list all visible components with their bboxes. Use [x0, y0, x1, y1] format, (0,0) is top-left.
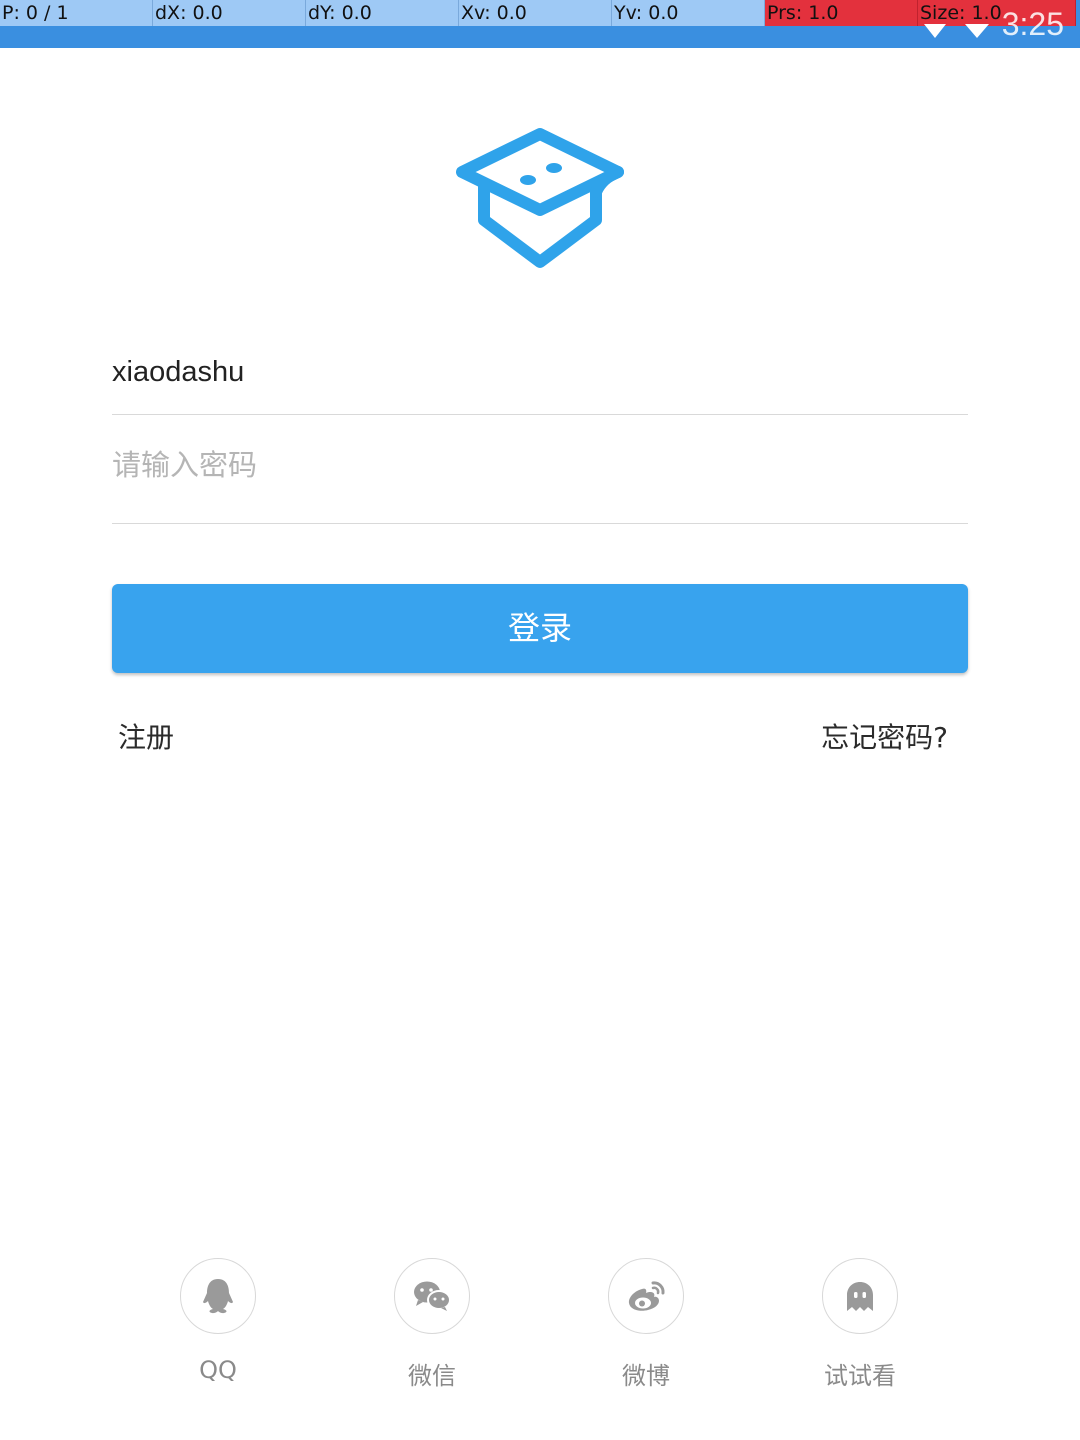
qq-icon	[203, 1279, 233, 1314]
status-clock: 3:25	[1001, 6, 1064, 42]
social-login-weibo[interactable]: 微博	[576, 1258, 716, 1391]
password-input[interactable]	[112, 450, 968, 483]
ghost-icon	[847, 1282, 873, 1311]
social-login-guest[interactable]: 试试看	[790, 1258, 930, 1391]
weibo-icon	[628, 1281, 665, 1311]
forgot-password-link[interactable]: 忘记密码?	[821, 716, 948, 756]
overlay-pressure: Prs: 1.0	[765, 0, 918, 26]
wechat-button[interactable]	[394, 1258, 470, 1334]
social-label-guest: 试试看	[824, 1362, 896, 1390]
pointer-debug-overlay: P: 0 / 1 dX: 0.0 dY: 0.0 Xv: 0.0 Yv: 0.0…	[0, 0, 1080, 26]
social-label-weibo: 微博	[622, 1362, 670, 1390]
password-field-container	[112, 444, 968, 524]
weibo-button[interactable]	[608, 1258, 684, 1334]
guest-button[interactable]	[822, 1258, 898, 1334]
register-link[interactable]: 注册	[118, 716, 174, 756]
social-login-wechat[interactable]: 微信	[362, 1258, 502, 1391]
social-label-qq: QQ	[199, 1356, 237, 1384]
overlay-dx: dX: 0.0	[153, 0, 306, 26]
overlay-pointer: P: 0 / 1	[0, 0, 153, 26]
overlay-yv: Yv: 0.0	[612, 0, 765, 26]
login-button[interactable]: 登录	[112, 584, 968, 673]
username-field-container	[112, 356, 968, 415]
social-login-qq[interactable]: QQ	[148, 1258, 288, 1384]
graduation-cap-icon	[456, 128, 624, 268]
overlay-xv: Xv: 0.0	[459, 0, 612, 26]
wifi-icon	[965, 24, 989, 38]
overlay-dy: dY: 0.0	[306, 0, 459, 26]
username-input[interactable]	[112, 356, 968, 389]
wechat-icon	[414, 1281, 451, 1311]
social-label-wechat: 微信	[408, 1362, 456, 1390]
signal-icon	[924, 24, 946, 38]
qq-button[interactable]	[180, 1258, 256, 1334]
